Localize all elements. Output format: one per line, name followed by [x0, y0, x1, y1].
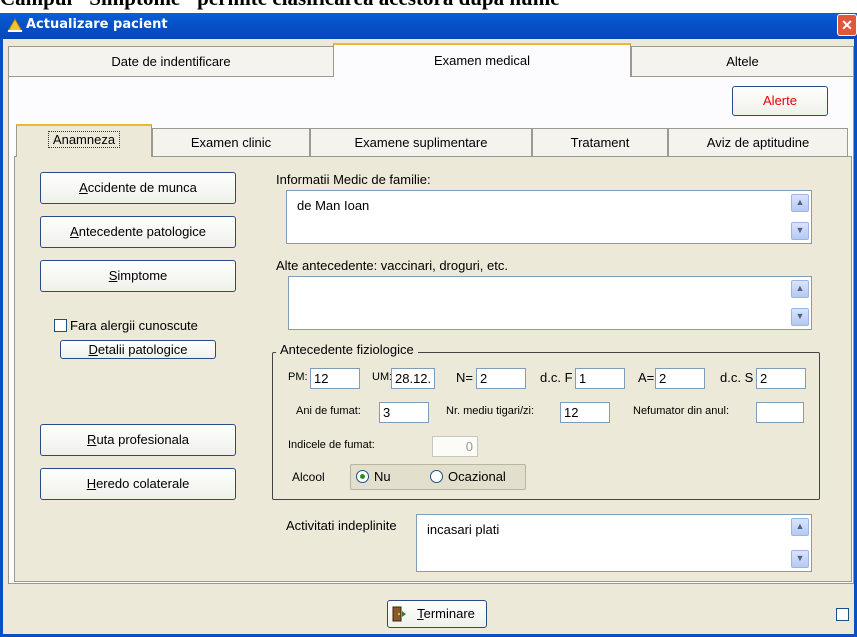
terminare-text: Terminare — [417, 606, 475, 621]
btn-hotkey: A — [79, 180, 88, 195]
nefumator-label: Nefumator din anul: — [633, 405, 729, 417]
family-doctor-value: de Man Ioan — [297, 198, 370, 213]
window-title-bar: Actualizare pacient — [0, 13, 857, 39]
detalii-patologice-button[interactable]: Detalii patologice — [60, 340, 216, 359]
scroll-down-icon[interactable]: ▼ — [791, 308, 809, 326]
btn-text: imptome — [117, 268, 168, 283]
btn-text: etalii patologice — [97, 342, 188, 357]
dcs-field[interactable]: 2 — [756, 368, 806, 389]
activities-textarea[interactable]: incasari plati ▲ ▼ — [416, 514, 812, 572]
tab-tratament[interactable]: Tratament — [532, 128, 668, 156]
tab-examen-medical[interactable]: Examen medical — [333, 43, 631, 77]
family-doctor-textarea[interactable]: de Man Ioan ▲ ▼ — [286, 190, 812, 244]
tab-examene-suplimentare[interactable]: Examene suplimentare — [310, 128, 532, 156]
dcs-label: d.c. S — [720, 370, 754, 385]
alcool-nu-label: Nu — [374, 469, 391, 484]
btn-text: erminare — [423, 606, 475, 621]
physiological-group-title: Antecedente fiziologice — [276, 342, 418, 357]
a-label: A= — [638, 370, 655, 385]
ruta-profesionala-button[interactable]: Ruta profesionala — [40, 424, 236, 456]
scroll-down-icon[interactable]: ▼ — [791, 222, 809, 240]
alcool-ocazional-label: Ocazional — [448, 469, 506, 484]
tab-altele[interactable]: Altele — [631, 46, 854, 76]
btn-hotkey: A — [70, 224, 79, 239]
close-button[interactable]: ✕ — [837, 14, 857, 36]
pm-field[interactable]: 12 — [310, 368, 360, 389]
bottom-right-checkbox[interactable] — [836, 608, 849, 621]
pm-label: PM: — [288, 371, 308, 383]
nefumator-field[interactable] — [756, 402, 804, 423]
tab-aviz-aptitudine[interactable]: Aviz de aptitudine — [668, 128, 848, 156]
nr-tigari-field[interactable]: 12 — [560, 402, 610, 423]
tab-anamneza[interactable]: Anamneza — [16, 124, 152, 157]
simptome-button[interactable]: Simptome — [40, 260, 236, 292]
other-history-label: Alte antecedente: vaccinari, droguri, et… — [276, 258, 508, 273]
btn-text: uta profesionala — [96, 432, 189, 447]
scroll-up-icon[interactable]: ▲ — [791, 280, 809, 298]
btn-hotkey: D — [88, 342, 98, 357]
n-label: N= — [456, 370, 473, 385]
indice-fumat-label: Indicele de fumat: — [288, 439, 375, 451]
um-label: UM: — [372, 371, 393, 383]
tab-anamneza-label: Anamneza — [47, 131, 121, 148]
a-field[interactable]: 2 — [655, 368, 705, 389]
window-title: Actualizare pacient — [26, 17, 168, 32]
alcool-nu-radio[interactable] — [356, 470, 369, 483]
activities-value: incasari plati — [427, 522, 500, 537]
btn-text: eredo colaterale — [96, 476, 190, 491]
tab-examen-clinic[interactable]: Examen clinic — [152, 128, 310, 156]
fara-alergii-checkbox[interactable] — [54, 319, 67, 332]
btn-text: ntecedente patologice — [78, 224, 206, 239]
alcool-ocazional-radio[interactable] — [430, 470, 443, 483]
scroll-up-icon[interactable]: ▲ — [791, 518, 809, 536]
alerts-button[interactable]: Alerte — [732, 86, 828, 116]
alcool-label: Alcool — [292, 470, 325, 484]
indice-fumat-field: 0 — [432, 436, 478, 457]
accidente-munca-button[interactable]: Accidente de munca — [40, 172, 236, 204]
activities-label: Activitati indeplinite — [286, 518, 397, 533]
um-field[interactable]: 28.12. — [391, 368, 435, 389]
ani-fumat-field[interactable]: 3 — [379, 402, 429, 423]
app-icon — [7, 18, 23, 32]
ani-fumat-label: Ani de fumat: — [296, 405, 361, 417]
fara-alergii-label: Fara alergii cunoscute — [70, 318, 198, 333]
heredo-colaterale-button[interactable]: Heredo colaterale — [40, 468, 236, 500]
other-history-textarea[interactable]: ▲ ▼ — [288, 276, 812, 330]
nr-tigari-label: Nr. mediu tigari/zi: — [446, 405, 535, 417]
antecedente-patologice-button[interactable]: Antecedente patologice — [40, 216, 236, 248]
exit-door-icon — [392, 606, 406, 622]
scroll-up-icon[interactable]: ▲ — [791, 194, 809, 212]
scroll-down-icon[interactable]: ▼ — [791, 550, 809, 568]
terminare-button[interactable]: Terminare — [387, 600, 487, 628]
btn-text: ccidente de munca — [87, 180, 197, 195]
tab-date-identificare[interactable]: Date de indentificare — [8, 46, 334, 76]
dcf-label: d.c. F — [540, 370, 573, 385]
n-field[interactable]: 2 — [476, 368, 526, 389]
family-doctor-label: Informatii Medic de familie: — [276, 172, 431, 187]
dcf-field[interactable]: 1 — [575, 368, 625, 389]
btn-hotkey: H — [86, 476, 97, 491]
